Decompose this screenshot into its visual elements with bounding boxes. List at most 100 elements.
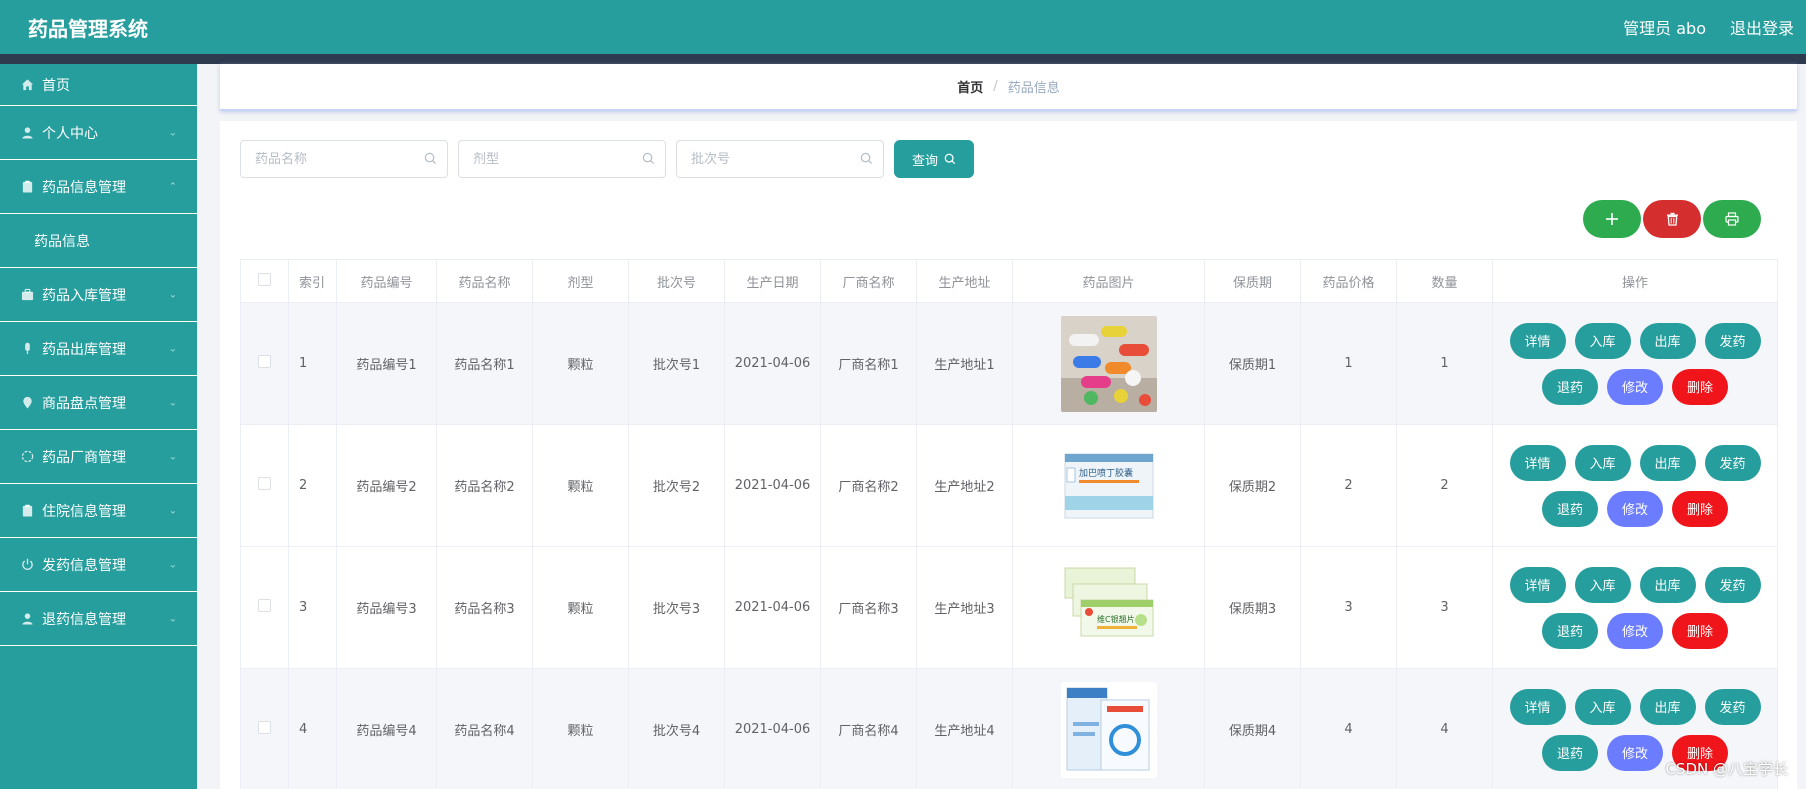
stock-out-button[interactable]: 出库 (1639, 322, 1696, 359)
column-header: 保质期 (1204, 259, 1301, 303)
stock-out-button[interactable]: 出库 (1639, 688, 1696, 725)
dispense-button[interactable]: 发药 (1704, 322, 1761, 359)
search-icon (860, 152, 873, 165)
detail-button[interactable]: 详情 (1509, 444, 1566, 481)
select-all-checkbox[interactable] (258, 272, 271, 286)
cell-name: 药品名称3 (436, 546, 533, 669)
watermark: CSDN @八宝学长 (1665, 760, 1788, 778)
cell-quantity: 2 (1396, 424, 1493, 547)
dispense-button[interactable]: 发药 (1704, 444, 1761, 481)
header-divider (0, 54, 1806, 64)
cell-code: 药品编号2 (336, 424, 437, 547)
toolbar (1583, 200, 1761, 238)
sidebar-item-stock-out[interactable]: 药品出库管理 ⌄ (0, 322, 197, 376)
drug-table: 索引 药品编号 药品名称 剂型 批次号 生产日期 厂商名称 生产地址 药品图片 … (240, 259, 1778, 789)
drug-image-gabapentin-box[interactable]: 加巴喷丁胶囊 (1060, 437, 1157, 534)
select-all-cell (240, 259, 289, 303)
delete-button[interactable]: 删除 (1672, 490, 1728, 527)
column-header: 厂商名称 (820, 259, 917, 303)
stock-in-button[interactable]: 入库 (1574, 322, 1631, 359)
sidebar-item-label: 商品盘点管理 (42, 395, 126, 412)
cell-name: 药品名称4 (436, 668, 533, 789)
cell-address: 生产地址3 (916, 546, 1013, 669)
dosage-form-input[interactable] (459, 141, 665, 177)
row-checkbox[interactable] (258, 355, 271, 368)
column-header: 批次号 (628, 259, 725, 303)
drug-image-label: 维C银翘片 (1097, 614, 1135, 624)
user-icon (20, 612, 34, 626)
sidebar-item-return[interactable]: 退药信息管理 ⌄ (0, 592, 197, 646)
breadcrumb-home[interactable]: 首页 (957, 77, 983, 96)
return-button[interactable]: 退药 (1542, 734, 1598, 771)
power-icon (20, 558, 34, 572)
detail-button[interactable]: 详情 (1509, 566, 1566, 603)
sidebar-item-label: 药品出库管理 (42, 341, 126, 358)
drug-name-input[interactable] (241, 141, 447, 177)
stock-out-button[interactable]: 出库 (1639, 566, 1696, 603)
sidebar-item-inventory[interactable]: 商品盘点管理 ⌄ (0, 376, 197, 430)
delete-button[interactable]: 删除 (1672, 368, 1728, 405)
cell-shelf-life: 保质期4 (1204, 668, 1301, 789)
print-button[interactable] (1703, 200, 1761, 238)
cell-maker: 厂商名称4 (820, 668, 917, 789)
column-header: 操作 (1492, 259, 1778, 303)
stock-out-button[interactable]: 出库 (1639, 444, 1696, 481)
dispense-button[interactable]: 发药 (1704, 566, 1761, 603)
cell-code: 药品编号1 (336, 302, 437, 425)
return-button[interactable]: 退药 (1542, 490, 1598, 527)
row-checkbox[interactable] (258, 477, 271, 490)
chevron-down-icon: ⌄ (168, 343, 177, 354)
current-user[interactable]: 管理员 abo (1623, 15, 1706, 39)
row-select-cell (240, 424, 289, 547)
edit-button[interactable]: 修改 (1607, 734, 1663, 771)
chevron-down-icon: ⌄ (168, 451, 177, 462)
drug-image-tablet-boxes[interactable]: 维C银翘片 (1060, 559, 1157, 656)
globe-icon (20, 450, 34, 464)
cell-shelf-life: 保质期1 (1204, 302, 1301, 425)
dispense-button[interactable]: 发药 (1704, 688, 1761, 725)
add-button[interactable] (1583, 200, 1641, 238)
printer-icon (1725, 212, 1739, 226)
delete-button[interactable]: 删除 (1672, 612, 1728, 649)
sidebar-item-profile[interactable]: 个人中心 ⌄ (0, 106, 197, 160)
detail-button[interactable]: 详情 (1509, 688, 1566, 725)
table-row: 2 药品编号2 药品名称2 颗粒 批次号2 2021-04-06 厂商名称2 生… (240, 424, 1778, 547)
sidebar-item-label: 退药信息管理 (42, 611, 126, 628)
row-checkbox[interactable] (258, 721, 271, 734)
cell-price: 1 (1300, 302, 1397, 425)
sidebar-item-inpatient[interactable]: 住院信息管理 ⌄ (0, 484, 197, 538)
sidebar-item-drug-info-mgmt[interactable]: 药品信息管理 ⌃ (0, 160, 197, 214)
column-header: 药品名称 (436, 259, 533, 303)
sidebar-item-dispense[interactable]: 发药信息管理 ⌄ (0, 538, 197, 592)
drug-image-pills[interactable] (1060, 315, 1157, 412)
cell-quantity: 1 (1396, 302, 1493, 425)
search-icon (944, 153, 956, 165)
row-select-cell (240, 668, 289, 789)
stock-in-button[interactable]: 入库 (1574, 566, 1631, 603)
sidebar-subitem-drug-info[interactable]: 药品信息 (0, 214, 197, 268)
stock-in-button[interactable]: 入库 (1574, 444, 1631, 481)
batch-number-input[interactable] (677, 141, 883, 177)
sidebar-item-home[interactable]: 首页 (0, 64, 197, 106)
return-button[interactable]: 退药 (1542, 612, 1598, 649)
cell-maker: 厂商名称3 (820, 546, 917, 669)
cell-form: 颗粒 (532, 302, 629, 425)
query-button[interactable]: 查询 (894, 140, 975, 178)
sidebar-item-stock-in[interactable]: 药品入库管理 ⌄ (0, 268, 197, 322)
cell-price: 4 (1300, 668, 1397, 789)
table-row: 4 药品编号4 药品名称4 颗粒 批次号4 2021-04-06 厂商名称4 生… (240, 668, 1778, 789)
sidebar-item-manufacturer[interactable]: 药品厂商管理 ⌄ (0, 430, 197, 484)
detail-button[interactable]: 详情 (1509, 322, 1566, 359)
batch-delete-button[interactable] (1643, 200, 1701, 238)
edit-button[interactable]: 修改 (1607, 612, 1663, 649)
row-checkbox[interactable] (258, 599, 271, 612)
edit-button[interactable]: 修改 (1607, 368, 1663, 405)
return-button[interactable]: 退药 (1542, 368, 1598, 405)
cell-image (1012, 668, 1205, 789)
edit-button[interactable]: 修改 (1607, 490, 1663, 527)
logout-link[interactable]: 退出登录 (1730, 15, 1794, 39)
top-bar: 药品管理系统 管理员 abo 退出登录 (0, 0, 1806, 54)
drug-image-sachet-box[interactable] (1060, 681, 1157, 778)
stock-in-button[interactable]: 入库 (1574, 688, 1631, 725)
user-icon (20, 126, 34, 140)
